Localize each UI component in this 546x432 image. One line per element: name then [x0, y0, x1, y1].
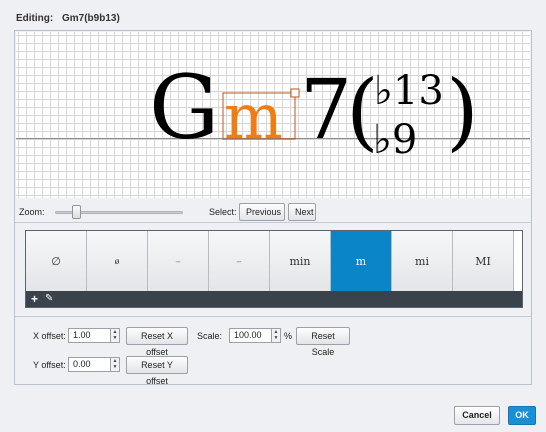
select-label: Select: [209, 207, 237, 217]
x-offset-stepper[interactable]: ▲ ▼ [110, 329, 119, 342]
palette-scrollbar[interactable] [513, 231, 522, 292]
chord-name: Gm7(b9b13) [62, 13, 120, 24]
close-paren: ) [446, 62, 479, 160]
palette-item[interactable]: ø [87, 231, 148, 292]
editor-frame: G m 7 ( ♭13 ♭9 ) Zoom: Select: Previous … [14, 30, 532, 386]
zoom-row: Zoom: Select: Previous Next [19, 203, 527, 221]
zoom-label: Zoom: [19, 207, 45, 217]
palette-item[interactable]: MI [453, 231, 514, 292]
reset-y-offset-button[interactable]: Reset Y offset [126, 356, 188, 386]
chord-extension: 7 [300, 63, 352, 158]
chord-canvas[interactable]: G m 7 ( ♭13 ♭9 ) [16, 32, 530, 198]
dialog-title: Editing: Gm7(b9b13) [16, 13, 120, 24]
pencil-icon[interactable]: ✎ [45, 292, 53, 306]
reset-x-offset-button[interactable]: Reset X offset [126, 327, 188, 357]
quality-palette: ∅ ø – – min m mi MI + ✎ [25, 230, 523, 308]
palette-toolbar: + ✎ [26, 291, 522, 307]
upper-alteration: ♭13 [374, 68, 444, 114]
previous-button[interactable]: Previous [239, 203, 285, 221]
chord-symbol: G m 7 ( ♭13 ♭9 ) [149, 56, 479, 163]
palette-item[interactable]: – [209, 231, 270, 292]
lower-alteration: ♭9 [373, 117, 417, 163]
y-offset-field[interactable]: 0.00 ▲ ▼ [68, 357, 120, 372]
x-offset-value: 1.00 [73, 330, 91, 340]
x-offset-label: X offset: [33, 331, 66, 341]
editing-label: Editing: [16, 13, 54, 24]
resize-handle[interactable] [290, 88, 300, 98]
plus-icon[interactable]: + [31, 292, 38, 306]
palette-item[interactable]: mi [392, 231, 453, 292]
palette-cells: ∅ ø – – min m mi MI [26, 231, 524, 292]
x-offset-field[interactable]: 1.00 ▲ ▼ [68, 328, 120, 343]
palette-item[interactable]: m [331, 231, 392, 292]
scale-field[interactable]: 100.00 ▲ ▼ [229, 328, 281, 343]
y-offset-stepper[interactable]: ▲ ▼ [110, 358, 119, 371]
ok-button[interactable]: OK [508, 406, 536, 425]
reset-scale-button[interactable]: Reset Scale [296, 327, 350, 357]
chord-quality[interactable]: m [224, 80, 283, 153]
scale-stepper[interactable]: ▲ ▼ [271, 329, 280, 342]
divider [15, 316, 531, 317]
chord-root: G [149, 56, 219, 159]
palette-item[interactable]: ∅ [26, 231, 87, 292]
scale-unit: % [284, 331, 293, 341]
scale-value: 100.00 [234, 330, 262, 340]
y-offset-value: 0.00 [73, 359, 91, 369]
zoom-slider-thumb[interactable] [71, 205, 81, 219]
cancel-button[interactable]: Cancel [454, 406, 500, 425]
palette-item[interactable]: – [148, 231, 209, 292]
palette-item[interactable]: min [270, 231, 331, 292]
y-offset-label: Y offset: [33, 360, 66, 370]
next-button[interactable]: Next [288, 203, 316, 221]
divider [15, 222, 531, 223]
scale-label: Scale: [197, 331, 223, 341]
